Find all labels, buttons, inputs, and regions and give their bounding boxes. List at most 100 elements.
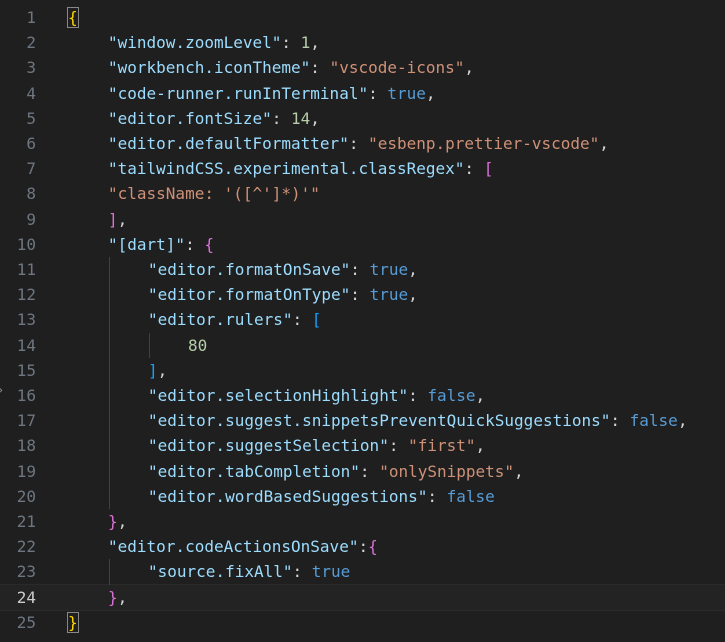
- code-token: "tailwindCSS.experimental.classRegex": [108, 159, 465, 179]
- code-token: false: [629, 411, 678, 431]
- code-line[interactable]: 10 "[dart]": {: [0, 232, 725, 257]
- line-number: 9: [26, 209, 36, 229]
- code-content: },: [108, 509, 127, 534]
- code-content: "editor.codeActionsOnSave":{: [108, 534, 378, 559]
- code-line[interactable]: 8 "className: '([^']*)'": [0, 181, 725, 206]
- code-content: "editor.rulers": [: [148, 307, 321, 332]
- line-number: 15: [16, 360, 36, 380]
- code-content: },: [108, 585, 127, 610]
- code-content: "editor.selectionHighlight": false,: [148, 383, 485, 408]
- code-token: "window.zoomLevel": [108, 33, 282, 53]
- line-number: 25: [16, 612, 36, 632]
- indent-guide: [109, 257, 110, 283]
- code-token: "editor.formatOnSave": [148, 260, 351, 279]
- code-token: ,: [310, 108, 320, 128]
- code-token: "onlySnippets": [379, 461, 515, 481]
- code-token: "editor.rulers": [148, 310, 293, 330]
- code-token: :: [388, 436, 409, 456]
- indent-guide: [109, 408, 110, 434]
- line-number: 8: [26, 184, 36, 204]
- code-token: }: [67, 611, 79, 633]
- line-number: 13: [16, 310, 36, 330]
- code-content: ],: [148, 358, 167, 383]
- code-token: "editor.wordBasedSuggestions": [148, 486, 428, 506]
- code-line[interactable]: 25}: [0, 610, 725, 635]
- code-content: "editor.suggest.snippetsPreventQuickSugg…: [148, 408, 687, 433]
- code-line[interactable]: 2 "window.zoomLevel": 1,: [0, 30, 725, 55]
- code-token: :: [350, 285, 370, 305]
- code-token: ,: [425, 83, 436, 103]
- code-content: "editor.tabCompletion": "onlySnippets",: [148, 459, 524, 484]
- code-token: 14: [291, 108, 311, 128]
- code-line[interactable]: 22 "editor.codeActionsOnSave":{: [0, 534, 725, 559]
- code-token: :: [464, 159, 484, 179]
- code-token: "className: '([^']*)'": [108, 184, 320, 204]
- indent-guide: [109, 307, 110, 333]
- code-line[interactable]: 21},: [0, 509, 725, 534]
- code-token: :: [310, 58, 330, 78]
- code-token: true: [311, 562, 351, 582]
- code-line[interactable]: 3 "workbench.iconTheme": "vscode-icons",: [0, 55, 725, 80]
- code-token: :: [292, 562, 312, 582]
- code-content: "className: '([^']*)'": [108, 181, 320, 206]
- code-content: }: [67, 610, 79, 635]
- code-token: :: [350, 260, 370, 279]
- code-token: ,: [117, 587, 128, 607]
- code-token: ]: [108, 209, 118, 229]
- indent-guide: [109, 433, 110, 459]
- code-token: false: [427, 386, 476, 405]
- line-number: 16: [16, 386, 36, 405]
- code-token: "first": [408, 436, 476, 456]
- code-token: :: [427, 486, 447, 506]
- indent-guide: [109, 458, 110, 484]
- code-token: "editor.selectionHighlight": [148, 386, 409, 405]
- code-token: ]: [148, 360, 158, 380]
- code-token: ,: [599, 134, 609, 153]
- code-token: {: [204, 234, 214, 254]
- code-token: ,: [408, 260, 418, 279]
- code-line[interactable]: 5 "editor.fontSize": 14,: [0, 106, 725, 131]
- code-content: "editor.suggestSelection": "first",: [148, 433, 485, 458]
- code-line[interactable]: 24},: [0, 583, 725, 611]
- code-line[interactable]: 6 "editor.defaultFormatter": "esbenp.pret…: [0, 131, 725, 156]
- code-token: "editor.tabCompletion": [148, 461, 360, 481]
- code-content: "editor.formatOnSave": true,: [148, 257, 418, 282]
- code-token: "source.fixAll": [148, 562, 293, 582]
- code-token: ,: [117, 512, 128, 531]
- indent-guide: [109, 282, 110, 308]
- code-token: :: [185, 234, 205, 254]
- code-editor[interactable]: › 1{2"window.zoomLevel": 1,3"workbench.i…: [0, 0, 725, 642]
- code-token: "workbench.iconTheme": [108, 58, 311, 78]
- code-token: ,: [475, 436, 486, 456]
- code-token: ,: [514, 461, 524, 481]
- line-number: 6: [26, 134, 36, 153]
- code-line[interactable]: 7 "tailwindCSS.experimental.classRegex": …: [0, 156, 725, 181]
- indent-guide: [149, 332, 150, 358]
- line-number: 17: [16, 411, 36, 431]
- code-line[interactable]: 1{: [0, 5, 725, 30]
- code-token: "editor.defaultFormatter": [108, 134, 349, 153]
- code-token: ,: [408, 285, 418, 305]
- code-line[interactable]: 9],: [0, 207, 725, 232]
- code-token: 80: [188, 335, 208, 355]
- code-content: "workbench.iconTheme": "vscode-icons",: [108, 55, 474, 80]
- code-token: false: [446, 486, 495, 506]
- code-token: ,: [677, 411, 688, 431]
- code-token: "code-runner.runInTerminal": [108, 83, 369, 103]
- code-token: ,: [475, 386, 486, 405]
- code-token: :: [368, 83, 388, 103]
- indent-guide: [109, 383, 110, 409]
- line-number: 22: [16, 537, 36, 557]
- code-content: "code-runner.runInTerminal": true,: [108, 81, 436, 106]
- code-content: "[dart]": {: [108, 232, 214, 257]
- code-token: true: [369, 260, 409, 279]
- code-content: "window.zoomLevel": 1,: [108, 30, 320, 55]
- code-token: :: [348, 134, 369, 153]
- code-token: "editor.suggest.snippetsPreventQuickSugg…: [148, 411, 611, 431]
- line-number: 2: [26, 33, 36, 53]
- code-token: {: [67, 7, 79, 28]
- code-token: :: [610, 411, 630, 431]
- code-token: ,: [310, 33, 320, 53]
- code-line[interactable]: 4 "code-runner.runInTerminal": true,: [0, 81, 725, 106]
- line-number: 24: [16, 587, 36, 607]
